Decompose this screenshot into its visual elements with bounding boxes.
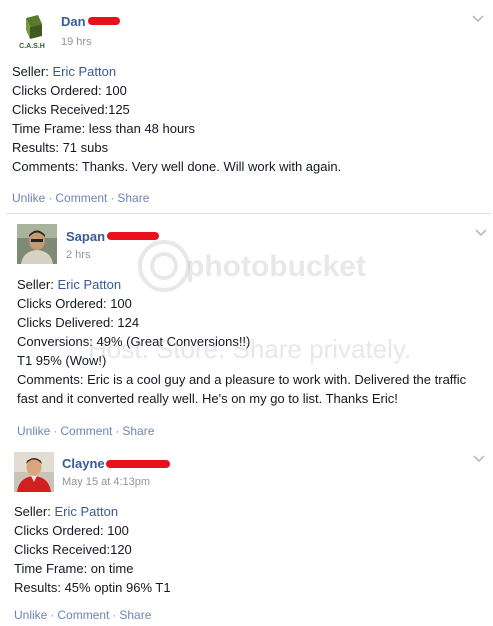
redaction-mark [107, 232, 159, 240]
detail-line: Clicks Received:120 [14, 542, 132, 557]
author-name[interactable]: Clayne [62, 456, 105, 471]
share-link[interactable]: Share [119, 608, 151, 622]
avatar-logo-text: C.A.S.H [19, 43, 45, 50]
avatar[interactable]: C.A.S.H [12, 12, 52, 52]
detail-line: Conversions: 49% (Great Conversions!!) [17, 334, 251, 349]
post-actions: Unlike · Comment · Share [17, 424, 155, 438]
detail-line: Comments: Eric is a cool guy and a pleas… [17, 372, 467, 406]
unlike-link[interactable]: Unlike [14, 608, 47, 622]
chevron-down-icon[interactable] [471, 14, 485, 24]
post-actions: Unlike · Comment · Share [14, 608, 152, 622]
comment-link[interactable]: Comment [55, 191, 107, 205]
post-timestamp[interactable]: 2 hrs [66, 249, 90, 261]
post-dan: C.A.S.H Dan 19 hrs Seller: Eric Patton C… [0, 0, 493, 212]
share-link[interactable]: Share [122, 424, 154, 438]
person-photo-icon [14, 452, 54, 492]
detail-line: Results: 71 subs [12, 140, 109, 155]
seller-line: Seller: Eric Patton [12, 64, 117, 79]
person-photo-icon [17, 224, 57, 264]
detail-line: Clicks Ordered: 100 [12, 83, 127, 98]
seller-line: Seller: Eric Patton [17, 277, 122, 292]
detail-line: Time Frame: less than 48 hours [12, 121, 196, 136]
detail-line: Clicks Delivered: 124 [17, 315, 140, 330]
comment-link[interactable]: Comment [57, 608, 109, 622]
avatar[interactable] [17, 224, 57, 264]
detail-line: Clicks Ordered: 100 [14, 523, 129, 538]
detail-line: T1 95% (Wow!) [17, 353, 107, 368]
author-name[interactable]: Sapan [66, 229, 105, 244]
post-actions: Unlike · Comment · Share [12, 191, 150, 205]
share-link[interactable]: Share [117, 191, 149, 205]
seller-link[interactable]: Eric Patton [57, 277, 121, 292]
author-name[interactable]: Dan [61, 14, 86, 29]
redaction-mark [88, 17, 120, 25]
detail-line: Clicks Ordered: 100 [17, 296, 132, 311]
seller-link[interactable]: Eric Patton [52, 64, 116, 79]
post-clayne: Clayne May 15 at 4:13pm Seller: Eric Pat… [0, 446, 493, 626]
unlike-link[interactable]: Unlike [17, 424, 50, 438]
seller-link[interactable]: Eric Patton [54, 504, 118, 519]
comment-link[interactable]: Comment [60, 424, 112, 438]
seller-line: Seller: Eric Patton [14, 504, 119, 519]
post-body: Seller: Eric Patton Clicks Ordered: 100 … [14, 502, 484, 597]
unlike-link[interactable]: Unlike [12, 191, 45, 205]
detail-line: Clicks Received:125 [12, 102, 130, 117]
post-body: Seller: Eric Patton Clicks Ordered: 100 … [12, 62, 482, 176]
post-timestamp[interactable]: 19 hrs [61, 36, 92, 48]
detail-line: Comments: Thanks. Very well done. Will w… [12, 159, 342, 174]
chevron-down-icon[interactable] [474, 228, 488, 238]
post-timestamp[interactable]: May 15 at 4:13pm [62, 476, 150, 488]
post-sapan: Sapan 2 hrs Seller: Eric Patton Clicks O… [0, 214, 493, 446]
chevron-down-icon[interactable] [472, 454, 486, 464]
detail-line: Time Frame: on time [14, 561, 134, 576]
cash-logo-icon: C.A.S.H [12, 12, 52, 52]
post-body: Seller: Eric Patton Clicks Ordered: 100 … [17, 275, 487, 408]
avatar[interactable] [14, 452, 54, 492]
detail-line: Results: 45% optin 96% T1 [14, 580, 171, 595]
redaction-mark [106, 460, 170, 468]
